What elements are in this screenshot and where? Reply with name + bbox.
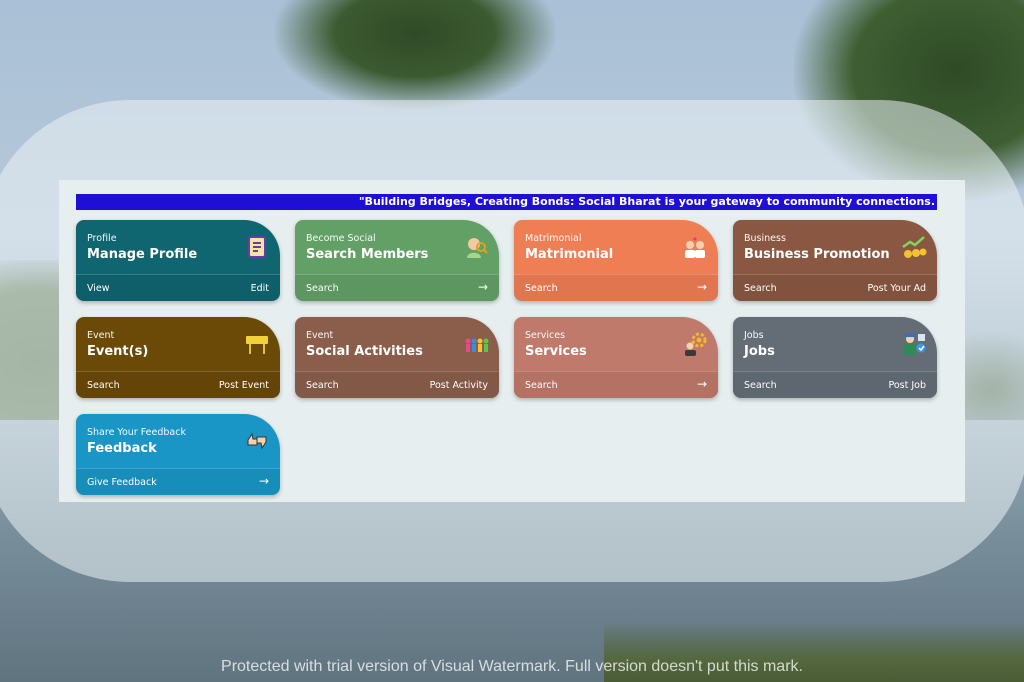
card-footer: Search → bbox=[514, 274, 718, 301]
search-link[interactable]: Search bbox=[744, 380, 777, 391]
people-group-icon bbox=[463, 331, 489, 357]
card-feedback[interactable]: Share Your Feedback Feedback Give Feedba… bbox=[76, 414, 280, 495]
card-footer: Search Post Activity bbox=[295, 371, 499, 398]
card-subtitle: Services bbox=[525, 330, 566, 341]
card-services[interactable]: Services Services Search → bbox=[514, 317, 718, 398]
card-events[interactable]: Event Event(s) Search Post Event bbox=[76, 317, 280, 398]
card-subtitle: Share Your Feedback bbox=[87, 427, 186, 438]
post-your-ad-link[interactable]: Post Your Ad bbox=[867, 283, 926, 294]
event-banner-icon bbox=[244, 331, 270, 357]
card-jobs[interactable]: Jobs Jobs Search Post Job bbox=[733, 317, 937, 398]
card-footer: Search → bbox=[514, 371, 718, 398]
card-subtitle: Become Social bbox=[306, 233, 376, 244]
service-gear-icon bbox=[682, 331, 708, 357]
card-footer: Search → bbox=[295, 274, 499, 301]
worker-icon bbox=[901, 331, 927, 357]
card-title: Services bbox=[525, 344, 587, 359]
card-title: Feedback bbox=[87, 441, 157, 456]
card-social-activities[interactable]: Event Social Activities Search Post Acti… bbox=[295, 317, 499, 398]
card-footer: Search Post Event bbox=[76, 371, 280, 398]
view-link[interactable]: View bbox=[87, 283, 110, 294]
arrow-right-icon[interactable]: → bbox=[697, 280, 707, 294]
card-footer: Give Feedback → bbox=[76, 468, 280, 495]
card-title: Matrimonial bbox=[525, 247, 614, 262]
card-title: Event(s) bbox=[87, 344, 149, 359]
post-job-link[interactable]: Post Job bbox=[888, 380, 926, 391]
search-link[interactable]: Search bbox=[525, 283, 558, 294]
card-title: Search Members bbox=[306, 247, 429, 262]
arrow-right-icon[interactable]: → bbox=[259, 474, 269, 488]
arrow-right-icon[interactable]: → bbox=[478, 280, 488, 294]
search-link[interactable]: Search bbox=[525, 380, 558, 391]
card-business-promotion[interactable]: Business Business Promotion Search Post … bbox=[733, 220, 937, 301]
card-title: Manage Profile bbox=[87, 247, 198, 262]
card-title: Jobs bbox=[744, 344, 775, 359]
clipboard-icon bbox=[244, 234, 270, 260]
growth-chart-icon bbox=[901, 234, 927, 260]
arrow-right-icon[interactable]: → bbox=[697, 377, 707, 391]
card-subtitle: Business bbox=[744, 233, 786, 244]
card-title: Business Promotion bbox=[744, 247, 890, 262]
background-tree-top bbox=[275, 0, 555, 110]
card-subtitle: Jobs bbox=[744, 330, 764, 341]
search-link[interactable]: Search bbox=[306, 283, 339, 294]
watermark-text: Protected with trial version of Visual W… bbox=[221, 658, 803, 675]
search-link[interactable]: Search bbox=[744, 283, 777, 294]
card-subtitle: Matrimonial bbox=[525, 233, 582, 244]
give-feedback-link[interactable]: Give Feedback bbox=[87, 477, 157, 488]
post-activity-link[interactable]: Post Activity bbox=[430, 380, 488, 391]
marquee-banner: "Building Bridges, Creating Bonds: Socia… bbox=[76, 194, 937, 210]
card-footer: Search Post Your Ad bbox=[733, 274, 937, 301]
card-subtitle: Profile bbox=[87, 233, 117, 244]
card-title: Social Activities bbox=[306, 344, 423, 359]
card-search-members[interactable]: Become Social Search Members Search → bbox=[295, 220, 499, 301]
thumbs-feedback-icon bbox=[244, 428, 270, 454]
card-subtitle: Event bbox=[87, 330, 115, 341]
card-matrimonial[interactable]: Matrimonial Matrimonial Search → bbox=[514, 220, 718, 301]
card-footer: Search Post Job bbox=[733, 371, 937, 398]
member-search-icon bbox=[463, 234, 489, 260]
search-link[interactable]: Search bbox=[306, 380, 339, 391]
card-subtitle: Event bbox=[306, 330, 334, 341]
couple-icon bbox=[682, 234, 708, 260]
search-link[interactable]: Search bbox=[87, 380, 120, 391]
card-footer: View Edit bbox=[76, 274, 280, 301]
post-event-link[interactable]: Post Event bbox=[219, 380, 269, 391]
card-manage-profile[interactable]: Profile Manage Profile View Edit bbox=[76, 220, 280, 301]
edit-link[interactable]: Edit bbox=[251, 283, 269, 294]
